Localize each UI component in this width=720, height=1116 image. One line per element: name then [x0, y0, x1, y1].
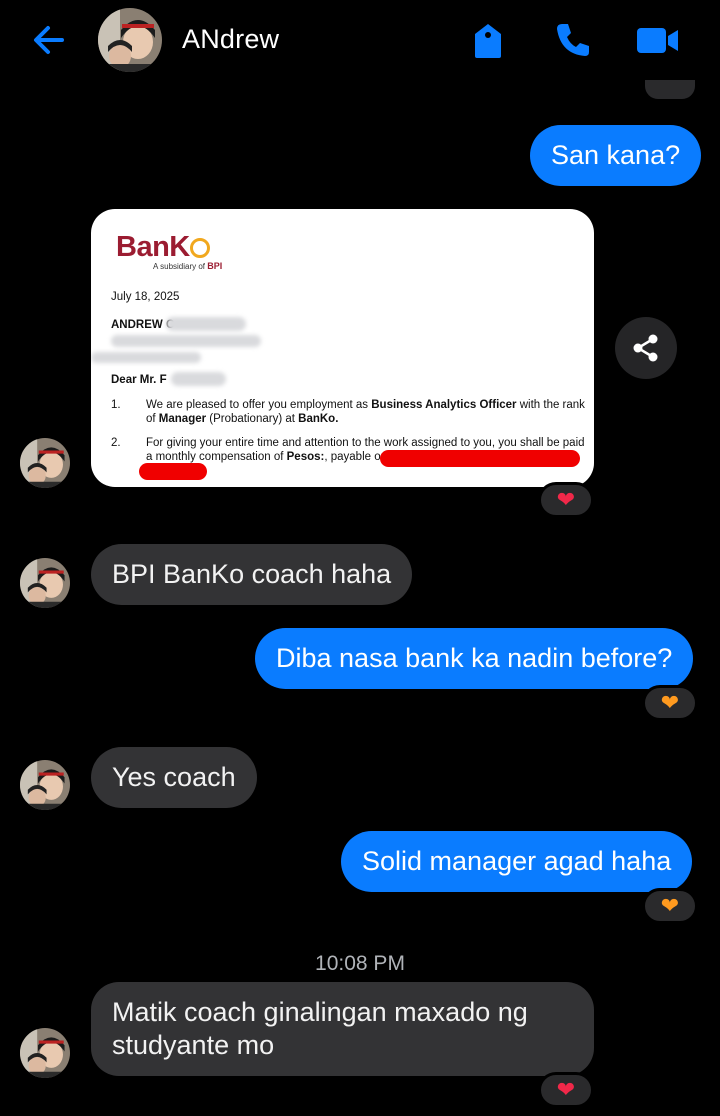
document-addressee: ANDREW C [111, 319, 175, 331]
document-date: July 18, 2025 [111, 291, 180, 303]
message-text-line: studyante mo [112, 1030, 275, 1060]
message-bubble-outgoing[interactable]: San kana? [530, 125, 702, 186]
share-icon[interactable] [615, 317, 677, 379]
message-bubble-incoming[interactable]: Yes coach [91, 747, 257, 808]
contact-avatar-small[interactable] [20, 558, 70, 608]
tag-icon[interactable] [468, 20, 508, 60]
message-text: Diba nasa bank ka nadin before? [276, 643, 673, 673]
message-text-line: Matik coach ginalingan maxado ng [112, 997, 528, 1027]
reaction-badge[interactable]: ❤ [642, 685, 698, 721]
banko-logo: BanK [116, 231, 210, 264]
reaction-badge[interactable]: ❤ [538, 1072, 594, 1108]
image-message-document[interactable]: BanK A subsidiary of BPI July 18, 2025 A… [91, 209, 594, 487]
heart-icon: ❤ [660, 893, 680, 918]
contact-avatar-small[interactable] [20, 760, 70, 810]
message-bubble-outgoing[interactable]: Diba nasa bank ka nadin before? [255, 628, 694, 689]
phone-icon[interactable] [553, 20, 593, 60]
heart-icon: ❤ [556, 487, 576, 512]
message-bubble-incoming[interactable]: BPI BanKo coach haha [91, 544, 413, 605]
contact-avatar[interactable] [98, 8, 162, 72]
logo-subsidiary: A subsidiary of BPI [153, 261, 223, 271]
message-bubble-incoming[interactable]: Matik coach ginalingan maxado ng studyan… [91, 982, 594, 1076]
redaction-mark [139, 463, 207, 480]
contact-avatar-small[interactable] [20, 1028, 70, 1078]
contact-avatar-small[interactable] [20, 438, 70, 488]
message-text: Yes coach [112, 762, 236, 792]
redaction-mark [380, 450, 580, 467]
reaction-badge[interactable]: ❤ [642, 888, 698, 924]
message-text: Solid manager agad haha [362, 846, 672, 876]
document-salutation: Dear Mr. F [111, 374, 167, 386]
back-arrow-icon[interactable] [28, 20, 70, 60]
heart-icon: ❤ [556, 1077, 576, 1102]
contact-name[interactable]: ANdrew [182, 24, 279, 55]
video-call-icon[interactable] [636, 20, 680, 60]
chat-header: ANdrew [0, 0, 720, 80]
message-timestamp: 10:08 PM [315, 952, 405, 975]
message-text: BPI BanKo coach haha [112, 559, 392, 589]
reaction-badge[interactable]: ❤ [538, 482, 594, 518]
heart-icon: ❤ [660, 690, 680, 715]
message-bubble-outgoing[interactable]: Solid manager agad haha [341, 831, 693, 892]
message-text: San kana? [551, 140, 681, 170]
